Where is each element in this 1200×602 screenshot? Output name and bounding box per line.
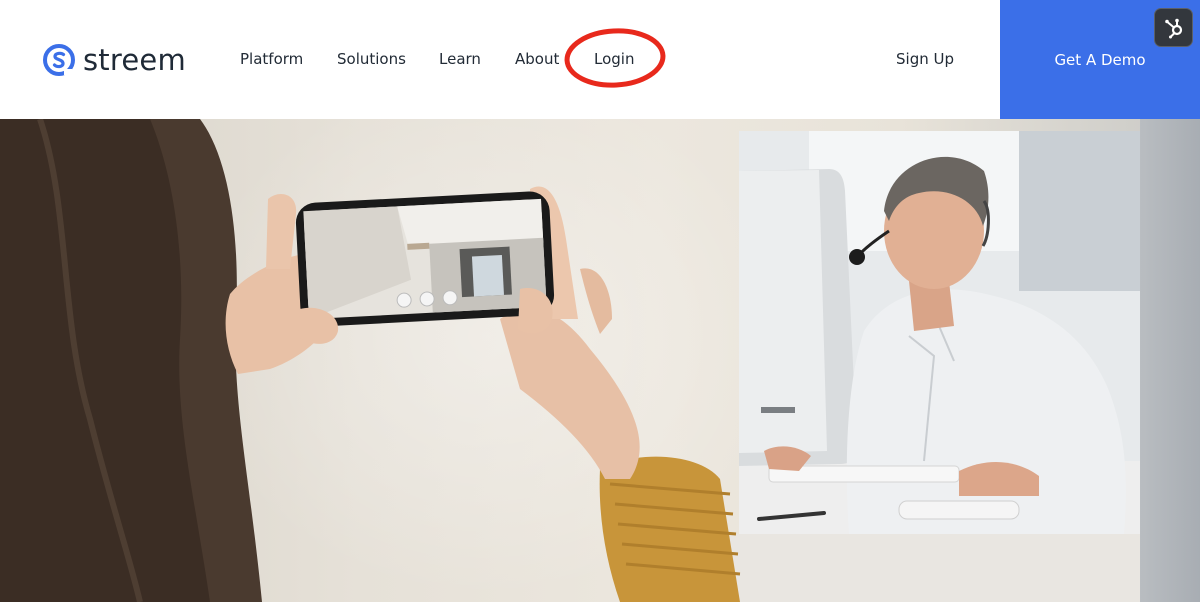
main-nav: Platform Solutions Learn About Login Sig… bbox=[0, 0, 1000, 119]
get-demo-label: Get A Demo bbox=[1054, 50, 1146, 69]
expert-video-inset bbox=[739, 131, 1140, 534]
nav-solutions[interactable]: Solutions bbox=[337, 49, 406, 69]
remote-expert-illustration bbox=[739, 131, 1140, 534]
hero-image bbox=[0, 119, 1200, 602]
nav-signup[interactable]: Sign Up bbox=[896, 49, 954, 69]
nav-login[interactable]: Login bbox=[594, 49, 634, 69]
nav-about[interactable]: About bbox=[515, 49, 559, 69]
hubspot-button[interactable] bbox=[1154, 8, 1193, 47]
hubspot-sprocket-icon bbox=[1164, 18, 1182, 38]
site-header: streem Platform Solutions Learn About Lo… bbox=[0, 0, 1200, 119]
nav-learn[interactable]: Learn bbox=[439, 49, 481, 69]
nav-platform[interactable]: Platform bbox=[240, 49, 303, 69]
